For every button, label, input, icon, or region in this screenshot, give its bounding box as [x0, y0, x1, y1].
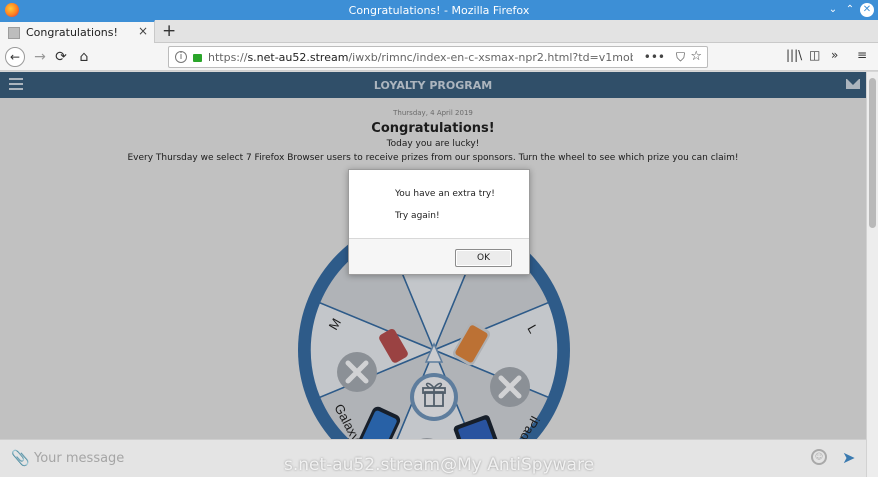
- close-window-button[interactable]: ✕: [860, 3, 874, 17]
- tab-strip: Congratulations! × +: [0, 20, 878, 43]
- page-scrollbar[interactable]: [866, 72, 878, 477]
- pocket-icon[interactable]: ⛉: [676, 50, 685, 65]
- url-host: s.net-au52.stream: [247, 50, 349, 64]
- bookmark-star-icon[interactable]: ☆: [690, 49, 702, 64]
- window-titlebar: Congratulations! - Mozilla Firefox ⌄ ⌃ ✕: [0, 0, 878, 20]
- library-icon[interactable]: |||\: [786, 48, 802, 62]
- hamburger-menu-icon[interactable]: ≡: [857, 48, 867, 62]
- alert-message-line1: You have an extra try!: [395, 189, 495, 199]
- reload-button[interactable]: ⟳: [51, 47, 71, 67]
- scrollbar-thumb[interactable]: [869, 78, 876, 228]
- window-title: Congratulations! - Mozilla Firefox: [348, 3, 530, 17]
- tab-close-icon[interactable]: ×: [138, 24, 148, 38]
- address-bar[interactable]: i https://s.net-au52.stream/iwxb/rimnc/i…: [168, 46, 708, 68]
- overflow-menu-icon[interactable]: »: [831, 48, 838, 62]
- url-scheme: https://: [208, 50, 248, 64]
- minimize-button[interactable]: ⌄: [826, 3, 840, 17]
- alert-dialog: You have an extra try! Try again! OK: [348, 169, 530, 275]
- url-path: /iwxb/rimnc/index-en-c-xsmax-npr2.html?t…: [348, 50, 633, 64]
- watermark-text: s.net-au52.stream@My AntiSpyware: [283, 455, 595, 475]
- page-actions-icon[interactable]: •••: [644, 50, 665, 64]
- site-info-icon[interactable]: i: [175, 51, 187, 63]
- page-favicon-icon: [8, 26, 20, 39]
- firefox-logo-icon: [5, 3, 19, 17]
- tab-congratulations[interactable]: Congratulations! ×: [0, 20, 155, 43]
- maximize-button[interactable]: ⌃: [843, 3, 857, 17]
- alert-message-line2: Try again!: [395, 211, 440, 221]
- home-button[interactable]: ⌂: [74, 47, 94, 67]
- tab-title: Congratulations!: [26, 26, 118, 39]
- navigation-toolbar: ← → ⟳ ⌂ i https://s.net-au52.stream/iwxb…: [0, 43, 878, 71]
- lock-icon: [193, 54, 202, 62]
- new-tab-button[interactable]: +: [162, 21, 176, 41]
- url-text[interactable]: https://s.net-au52.stream/iwxb/rimnc/ind…: [208, 51, 633, 64]
- ok-button[interactable]: OK: [455, 249, 512, 267]
- alert-body: You have an extra try! Try again!: [349, 170, 529, 239]
- forward-button[interactable]: →: [30, 47, 50, 67]
- sidebar-icon[interactable]: ◫: [809, 48, 820, 62]
- back-button[interactable]: ←: [5, 47, 25, 67]
